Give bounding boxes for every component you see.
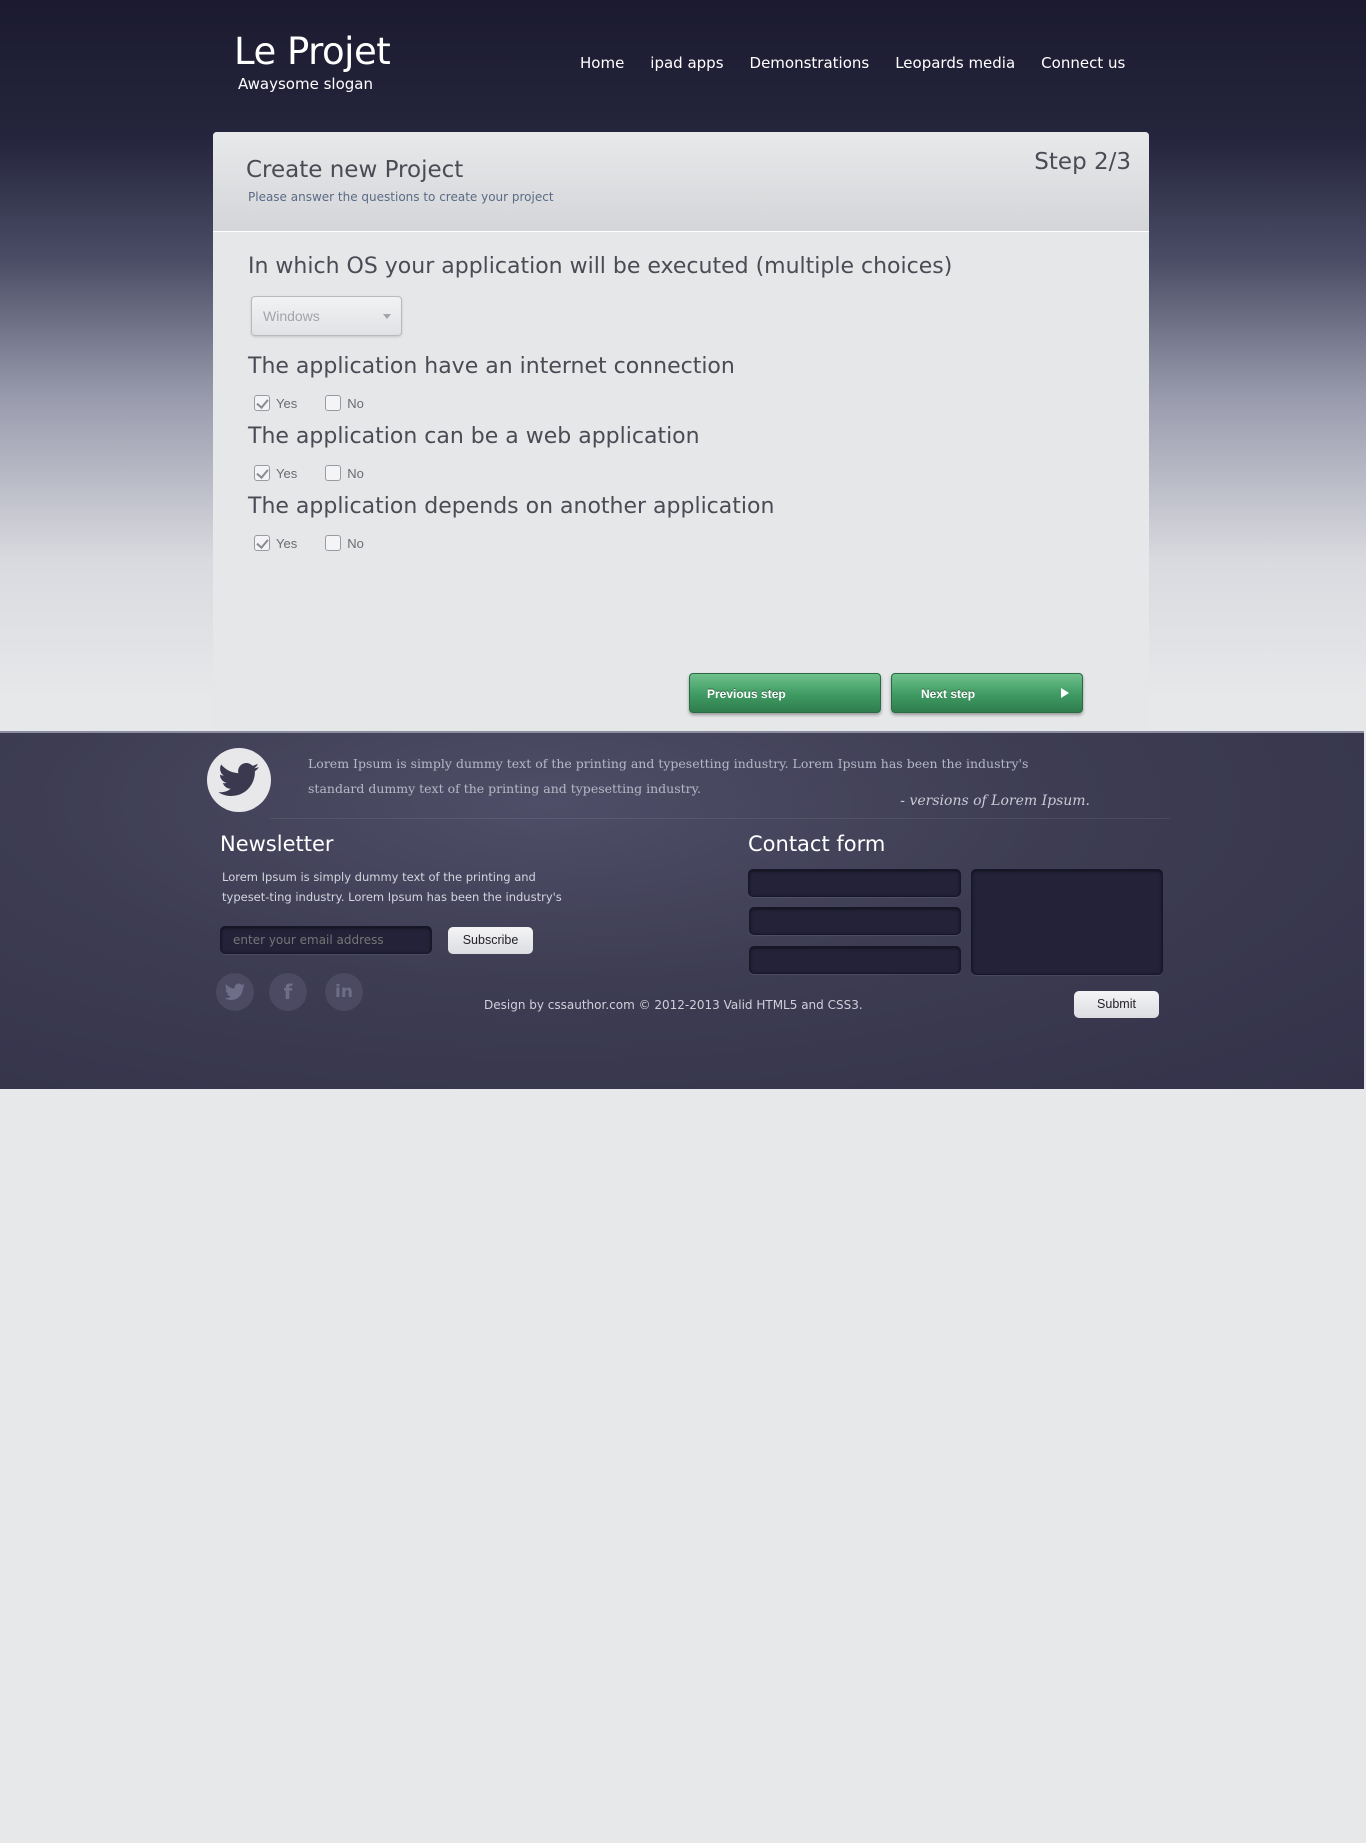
question-web-app: The application can be a web application	[248, 424, 700, 449]
subscribe-button[interactable]: Subscribe	[448, 927, 533, 954]
panel-title: Create new Project	[246, 157, 464, 183]
twitter-bird-badge[interactable]	[207, 748, 271, 812]
contact-form-title: Contact form	[748, 832, 886, 856]
previous-step-button[interactable]: Previous step	[689, 673, 881, 713]
create-project-panel: Create new Project Please answer the que…	[213, 132, 1149, 732]
facebook-icon: f	[283, 980, 293, 1004]
option-label: Yes	[276, 395, 298, 411]
web-app-no-checkbox[interactable]	[325, 465, 342, 481]
web-app-yes-checkbox[interactable]	[254, 465, 270, 481]
depends-yes-checkbox[interactable]	[254, 535, 270, 551]
previous-step-label: Previous step	[707, 687, 786, 701]
newsletter-text: Lorem Ipsum is simply dummy text of the …	[222, 870, 562, 904]
option-label: No	[347, 395, 364, 411]
depends-yes-option[interactable]: Yes	[254, 535, 297, 551]
depends-no-option[interactable]: No	[325, 535, 364, 551]
play-arrow-icon	[1061, 688, 1069, 698]
question-os: In which OS your application will be exe…	[248, 254, 953, 279]
logo-slogan: Awaysome slogan	[238, 75, 373, 93]
nav-demonstrations[interactable]: Demonstrations	[750, 54, 870, 76]
contact-name-field[interactable]	[748, 869, 961, 897]
nav-leopards-media[interactable]: Leopards media	[895, 54, 1015, 76]
twitter-bird-icon	[218, 763, 259, 796]
option-label: Yes	[276, 535, 298, 551]
footer-credits: Design by cssauthor.com © 2012-2013 Vali…	[484, 998, 863, 1012]
depends-no-checkbox[interactable]	[325, 535, 342, 551]
tweet-source: - versions of Lorem Ipsum.	[900, 793, 1090, 809]
site-footer: Lorem Ipsum is simply dummy text of the …	[0, 731, 1364, 1089]
contact-subject-field[interactable]	[749, 946, 961, 974]
newsletter-title: Newsletter	[220, 832, 334, 856]
internet-options: Yes No	[254, 394, 392, 412]
site-header: Le Projet Awaysome slogan Home ipad apps…	[0, 0, 1366, 130]
question-internet: The application have an internet connect…	[248, 354, 735, 379]
os-select-value: Windows	[263, 308, 320, 324]
newsletter-email-input[interactable]	[220, 926, 432, 954]
web-app-options: Yes No	[254, 464, 392, 482]
web-app-no-option[interactable]: No	[325, 465, 364, 481]
main-nav: Home ipad apps Demonstrations Leopards m…	[580, 54, 1125, 76]
option-label: No	[347, 535, 364, 551]
logo-title[interactable]: Le Projet	[234, 30, 391, 73]
submit-button[interactable]: Submit	[1074, 991, 1159, 1018]
twitter-icon	[224, 983, 245, 1000]
depends-options: Yes No	[254, 534, 392, 552]
twitter-social-button[interactable]	[216, 973, 254, 1011]
internet-yes-checkbox[interactable]	[254, 395, 270, 411]
os-select[interactable]: Windows	[251, 296, 402, 336]
internet-no-option[interactable]: No	[325, 395, 364, 411]
linkedin-icon: in	[335, 982, 353, 1002]
panel-subtitle: Please answer the questions to create yo…	[248, 190, 554, 204]
facebook-social-button[interactable]: f	[269, 973, 307, 1011]
option-label: No	[347, 465, 364, 481]
internet-no-checkbox[interactable]	[325, 395, 342, 411]
contact-email-field[interactable]	[749, 907, 961, 935]
internet-yes-option[interactable]: Yes	[254, 395, 297, 411]
web-app-yes-option[interactable]: Yes	[254, 465, 297, 481]
panel-header: Create new Project Please answer the que…	[213, 132, 1149, 232]
question-depends: The application depends on another appli…	[248, 494, 775, 519]
nav-home[interactable]: Home	[580, 54, 624, 76]
chevron-down-icon	[383, 314, 391, 319]
nav-connect-us[interactable]: Connect us	[1041, 54, 1125, 76]
linkedin-social-button[interactable]: in	[325, 973, 363, 1011]
option-label: Yes	[276, 465, 298, 481]
next-step-label: Next step	[921, 687, 976, 701]
step-indicator: Step 2/3	[1034, 149, 1131, 175]
nav-ipad-apps[interactable]: ipad apps	[650, 54, 723, 76]
contact-message-field[interactable]	[971, 869, 1163, 975]
next-step-button[interactable]: Next step	[891, 673, 1083, 713]
footer-divider	[270, 818, 1170, 819]
